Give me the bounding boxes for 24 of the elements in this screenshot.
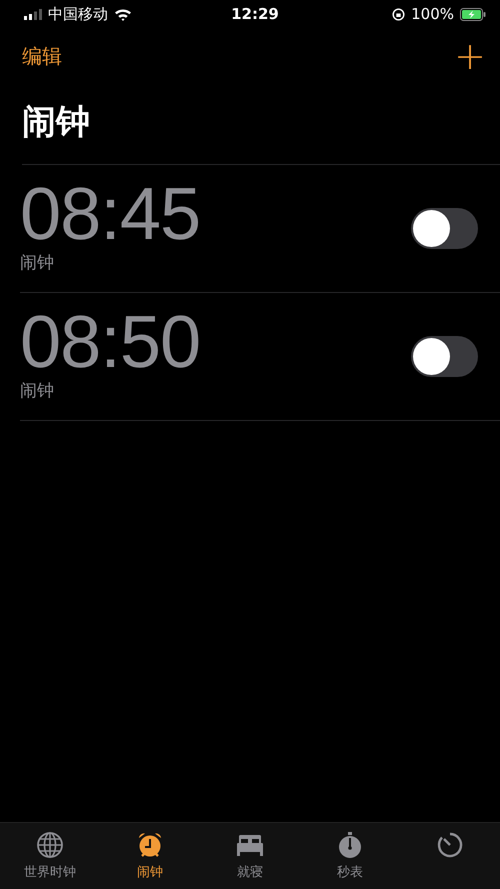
stopwatch-icon [336, 831, 364, 859]
edit-button[interactable]: 编辑 [22, 42, 62, 70]
tab-button[interactable]: 闹钟 [100, 823, 200, 889]
alarm-label: 闹钟 [20, 380, 55, 402]
status-time: 12:29 [231, 5, 279, 23]
alarm-clock-icon [136, 831, 164, 859]
tab-button[interactable]: 世界时钟 [0, 823, 100, 889]
signal-icon [24, 8, 42, 20]
battery-charging-icon [460, 8, 486, 20]
timer-icon [436, 831, 464, 859]
globe-icon [36, 831, 64, 859]
wifi-icon [114, 8, 132, 20]
battery-percent: 100% [411, 5, 454, 23]
alarm-time: 08:45 [20, 177, 200, 251]
rotation-lock-icon [392, 8, 406, 20]
alarm-label: 闹钟 [20, 252, 55, 274]
tab-button[interactable]: 就寝 [200, 823, 300, 889]
tab-button[interactable]: 秒表 [300, 823, 400, 889]
add-button[interactable]: + [454, 37, 486, 75]
alarm-time: 08:50 [20, 305, 200, 379]
alarm-toggle[interactable] [411, 208, 478, 249]
alarm-toggle[interactable] [411, 336, 478, 377]
page-title: 闹钟 [22, 84, 500, 165]
carrier-name: 中国移动 [48, 4, 108, 24]
